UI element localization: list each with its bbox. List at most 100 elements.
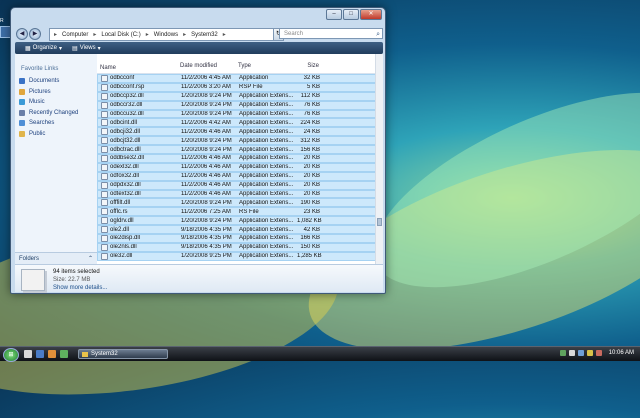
show-desktop-icon[interactable] — [24, 350, 32, 358]
title-bar[interactable]: – □ ✕ — [11, 8, 385, 30]
favorite-link-searches[interactable]: Searches — [19, 118, 78, 129]
file-name-cell: ole32.dll — [98, 252, 178, 260]
window-controls: – □ ✕ — [326, 9, 382, 20]
file-row[interactable]: odpdx32.dll 11/2/2006 4:46 AM Application … — [97, 180, 383, 190]
search-placeholder: Search — [284, 31, 304, 37]
file-row[interactable]: odbcconf 11/2/2006 4:45 AM Application 32 K… — [97, 74, 383, 83]
file-name-cell: ole2.dll — [98, 226, 178, 234]
show-more-details-link[interactable]: Show more details... — [53, 285, 107, 291]
search-icon[interactable]: ⌕ — [376, 29, 380, 40]
scroll-thumb[interactable] — [377, 218, 382, 226]
file-size: 20 KB — [303, 155, 320, 162]
breadcrumb-system32[interactable]: System32 — [191, 32, 218, 38]
maximize-button[interactable]: □ — [343, 9, 359, 20]
file-row[interactable]: ole32.dll 1/20/2008 9:25 PM Application Ex… — [97, 251, 383, 261]
file-row[interactable]: offfilt.dll 1/20/2008 9:24 PM Application … — [97, 198, 383, 208]
favorite-link-pictures[interactable]: Pictures — [19, 87, 78, 98]
file-type: Application Extens... — [239, 137, 294, 144]
file-row[interactable]: odbctrac.dll 1/20/2008 9:24 PM Application… — [97, 145, 383, 155]
close-button[interactable]: ✕ — [360, 9, 382, 20]
column-header-type[interactable]: Type — [235, 63, 293, 73]
file-row[interactable]: ole2.dll 9/18/2006 4:35 PM Application Ext… — [97, 225, 383, 235]
search-input[interactable]: Search ⌕ — [279, 28, 383, 39]
file-date: 1/20/2008 9:24 PM — [181, 199, 232, 206]
favorite-link-documents[interactable]: Documents — [19, 76, 78, 87]
minimize-button[interactable]: – — [326, 9, 342, 20]
system-tray — [560, 350, 602, 356]
file-row[interactable]: ole2disp.dll 9/18/2006 4:35 PM Application… — [97, 234, 383, 243]
tray-icon[interactable] — [569, 350, 575, 356]
back-button[interactable]: ◀ — [16, 28, 28, 40]
clock[interactable]: 10:06 AM — [609, 350, 634, 356]
file-type: Application Extens... — [239, 93, 294, 100]
file-name-cell: odbcint.dll — [98, 119, 178, 127]
favorite-link-recently-changed[interactable]: Recently Changed — [19, 108, 78, 119]
favorite-links-list: Documents Pictures Music Recently Changed Se… — [19, 76, 78, 139]
file-size: 1,082 KB — [297, 217, 322, 224]
internet-explorer-icon[interactable] — [36, 350, 44, 358]
tray-icon[interactable] — [560, 350, 566, 356]
file-name: oddbse32.dll — [110, 155, 145, 162]
file-date: 11/2/2006 4:46 AM — [181, 182, 231, 189]
file-row[interactable]: odbcji32.dll 11/2/2006 4:46 AM Application… — [97, 127, 383, 137]
organize-menu[interactable]: ▦ Organize ▾ — [25, 45, 62, 52]
file-row[interactable]: odbccu32.dll 1/20/2008 9:24 PM Application… — [97, 109, 383, 119]
file-name: odbccr32.dll — [110, 102, 143, 109]
folder-icon — [82, 351, 88, 357]
file-icon — [101, 190, 108, 198]
favorite-link-label: Recently Changed — [29, 109, 79, 116]
forward-button[interactable]: ▶ — [29, 28, 41, 40]
address-bar[interactable]: ▸ Computer ▸ Local Disk (C:) ▸ Windows ▸… — [49, 28, 279, 41]
tray-icon[interactable] — [578, 350, 584, 356]
file-type: Application Extens... — [239, 119, 294, 126]
views-icon: ▤ — [72, 45, 78, 52]
file-row[interactable]: ole2nls.dll 9/18/2006 4:35 PM Application … — [97, 242, 383, 252]
file-row[interactable]: odbcconf.rsp 11/2/2006 3:20 AM RSP File 5 K… — [97, 82, 383, 92]
favorite-link-label: Documents — [29, 78, 60, 85]
breadcrumb-local-disk[interactable]: Local Disk (C:) — [101, 32, 140, 38]
file-row[interactable]: odbccp32.dll 1/20/2008 9:24 PM Application… — [97, 91, 383, 101]
views-menu[interactable]: ▤ Views ▾ — [72, 45, 101, 52]
media-player-icon[interactable] — [48, 350, 56, 358]
file-rows: odbcconf 11/2/2006 4:45 AM Application 32 K… — [97, 74, 383, 261]
file-size: 32 KB — [303, 75, 320, 82]
column-header-size[interactable]: Size — [293, 63, 323, 73]
file-row[interactable]: offlc.rs 11/2/2006 7:25 AM RS File 23 KB — [97, 207, 383, 217]
file-row[interactable]: ogldrv.dll 1/20/2008 9:24 PM Application E… — [97, 216, 383, 226]
file-size: 312 KB — [300, 137, 320, 144]
favorite-link-label: Pictures — [29, 88, 51, 95]
file-row[interactable]: odbcjt32.dll 1/20/2008 9:24 PM Application… — [97, 136, 383, 146]
breadcrumb-computer[interactable]: Computer — [62, 32, 88, 38]
file-type: Application Extens... — [239, 244, 294, 251]
file-row[interactable]: odbccr32.dll 1/20/2008 9:24 PM Application… — [97, 100, 383, 110]
file-date: 11/2/2006 4:46 AM — [181, 155, 231, 162]
file-size: 224 KB — [300, 119, 320, 126]
favorite-link-label: Music — [29, 99, 45, 106]
breadcrumb-windows[interactable]: Windows — [154, 32, 178, 38]
file-icon — [101, 199, 108, 207]
column-header-date[interactable]: Date modified — [177, 63, 235, 73]
file-name: odbccp32.dll — [110, 93, 144, 100]
favorite-link-label: Public — [29, 130, 46, 137]
tray-icon[interactable] — [596, 350, 602, 356]
file-date: 1/20/2008 9:24 PM — [181, 93, 232, 100]
files-stack-icon — [21, 269, 45, 291]
navigation-pane: Favorite Links Documents Pictures Music Rec… — [15, 54, 98, 264]
switch-windows-icon[interactable] — [60, 350, 68, 358]
file-row[interactable]: odfox32.dll 11/2/2006 4:46 AM Application … — [97, 171, 383, 181]
file-name: odpdx32.dll — [110, 182, 141, 189]
favorite-link-public[interactable]: Public — [19, 129, 78, 140]
folders-toggle[interactable]: Folders ⌃ — [15, 252, 97, 264]
column-header-name[interactable]: Name — [97, 63, 177, 73]
file-type: Application — [239, 75, 269, 82]
tray-icon[interactable] — [587, 350, 593, 356]
selection-count: 94 items selected — [53, 269, 100, 275]
views-label: Views — [79, 45, 96, 51]
file-row[interactable]: odbcint.dll 11/2/2006 4:42 AM Application … — [97, 118, 383, 128]
file-row[interactable]: odexl32.dll 11/2/2006 4:46 AM Application … — [97, 162, 383, 172]
file-row[interactable]: oddbse32.dll 11/2/2006 4:46 AM Application… — [97, 154, 383, 163]
favorite-link-music[interactable]: Music — [19, 97, 78, 108]
file-row[interactable]: odtext32.dll 11/2/2006 4:46 AM Application… — [97, 189, 383, 199]
vertical-scrollbar[interactable] — [375, 54, 383, 264]
taskbar-button-system32[interactable]: System32 — [78, 349, 168, 359]
